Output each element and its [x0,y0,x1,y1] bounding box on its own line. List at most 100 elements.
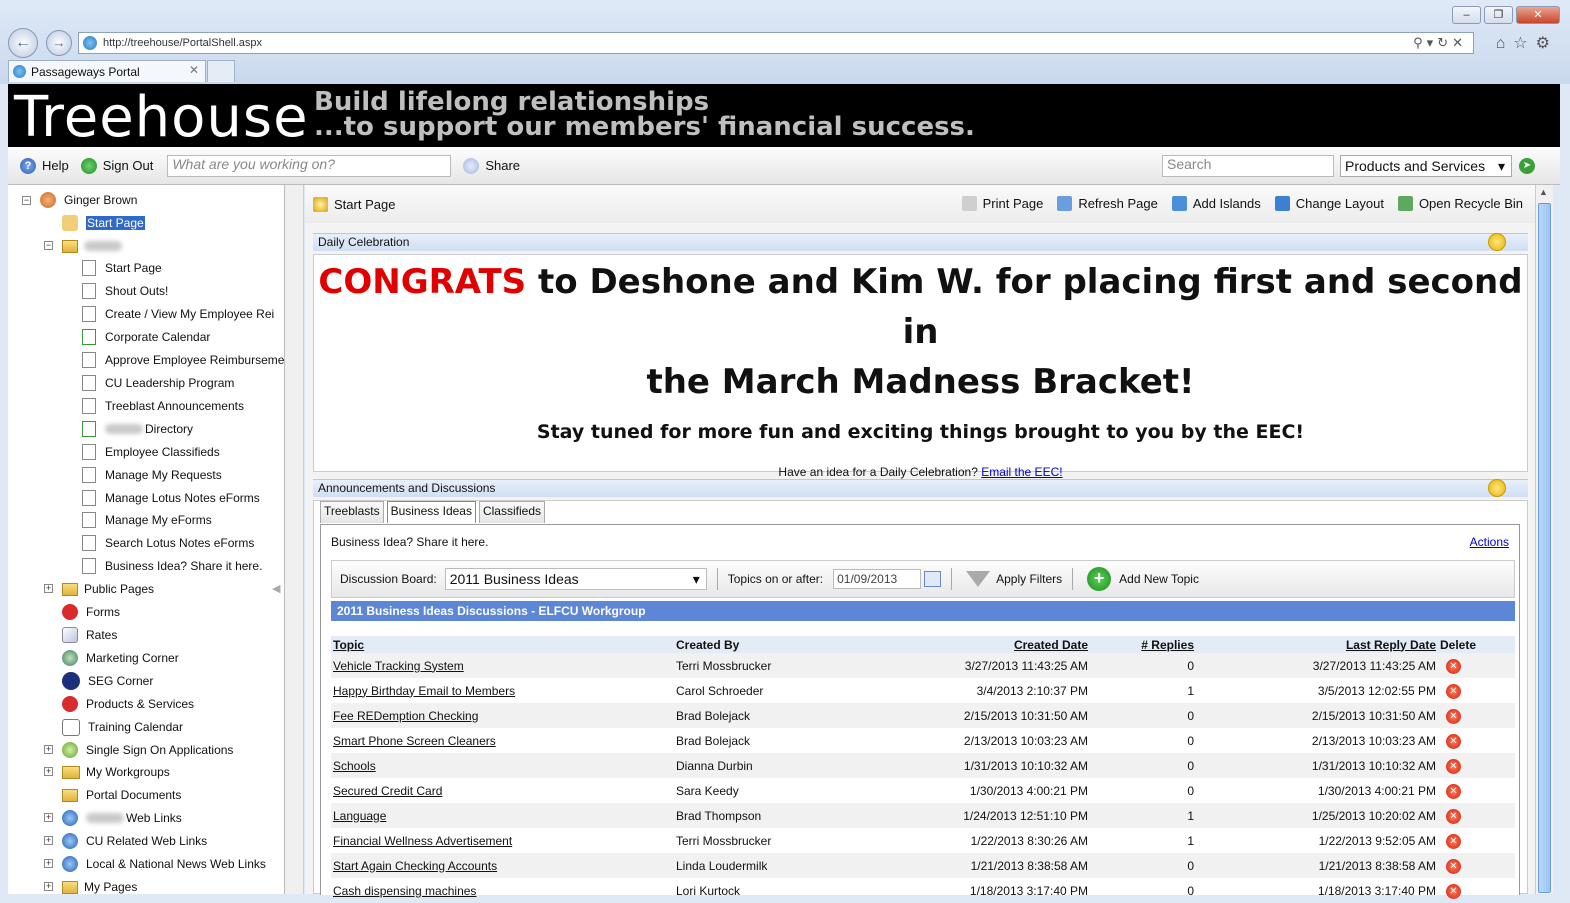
actions-link[interactable]: Actions [1470,535,1509,549]
back-button[interactable]: ← [8,28,38,58]
collapse-sidebar-icon[interactable]: ◀ [272,582,280,595]
topic-link[interactable]: Secured Credit Card [333,784,442,798]
date-input[interactable]: 01/09/2013 [833,569,922,589]
island-options-icon[interactable] [1488,479,1506,497]
tree-item[interactable]: Products & Services [62,693,194,715]
delete-icon[interactable]: ✕ [1446,833,1461,849]
add-new-topic-button[interactable]: Add New Topic [1119,572,1199,586]
delete-icon[interactable]: ✕ [1446,808,1461,824]
topic-link[interactable]: Language [333,809,386,823]
tree-item[interactable]: Search Lotus Notes eForms [82,532,254,554]
topic-link[interactable]: Fee REDemption Checking [333,709,478,723]
tree-item[interactable]: Training Calendar [62,716,183,738]
calendar-icon[interactable] [924,571,942,587]
print-page-button[interactable]: Print Page [961,196,1043,211]
minimize-button[interactable]: – [1452,6,1481,24]
topic-link[interactable]: Financial Wellness Advertisement [333,834,512,848]
delete-icon[interactable]: ✕ [1446,783,1461,799]
tree-item[interactable]: Forms [62,601,120,623]
topic-link[interactable]: Happy Birthday Email to Members [333,684,515,698]
tree-item[interactable]: Rates [62,624,117,646]
maximize-button[interactable]: ❐ [1484,6,1513,24]
expand-icon[interactable]: + [44,859,53,868]
expand-icon[interactable]: + [44,813,53,822]
close-tab-icon[interactable]: ✕ [189,63,199,77]
help-button[interactable]: ? Help [20,157,69,174]
topic-link[interactable]: Start Again Checking Accounts [333,859,497,873]
start-page-button[interactable]: Start Page [313,196,395,212]
tree-user[interactable]: Ginger Brown [40,189,137,211]
expand-icon[interactable]: + [44,836,53,845]
address-bar-icons[interactable]: ⚲▾↻✕ [1413,35,1467,51]
sign-out-button[interactable]: Sign Out [80,157,153,174]
forward-button[interactable]: → [46,30,72,56]
add-topic-icon[interactable]: + [1087,567,1112,591]
tree-item[interactable]: SEG Corner [62,670,153,692]
tree-public-pages[interactable]: Public Pages [62,578,154,600]
tree-item[interactable]: Start Page [82,257,162,279]
tree-item[interactable]: Manage My Requests [82,464,222,486]
delete-icon[interactable]: ✕ [1446,708,1461,724]
tree-item[interactable]: Marketing Corner [62,647,179,669]
tab-classifieds[interactable]: Classifieds [478,501,545,523]
column-created-date[interactable]: Created Date [874,636,1090,653]
column-topic[interactable]: Topic [331,636,674,653]
island-options-icon[interactable] [1488,233,1506,251]
topic-link[interactable]: Schools [333,759,376,773]
tree-news-links[interactable]: Local & National News Web Links [62,853,266,875]
go-button[interactable]: ➤ [1519,158,1535,174]
tree-item[interactable]: Business Idea? Share it here. [82,555,262,577]
share-button[interactable]: Share [463,157,520,174]
new-tab-button[interactable] [207,60,235,82]
topic-link[interactable]: Smart Phone Screen Cleaners [333,734,496,748]
browser-tab[interactable]: Passageways Portal ✕ [8,60,206,82]
discussion-board-select[interactable]: 2011 Business Ideas ▾ [444,568,707,590]
delete-icon[interactable]: ✕ [1446,658,1461,674]
delete-icon[interactable]: ✕ [1446,683,1461,699]
tree-item[interactable]: Shout Outs! [82,280,168,302]
sidebar-scrollbar[interactable] [285,185,304,894]
apply-filters-button[interactable]: Apply Filters [996,572,1062,586]
topic-link[interactable]: Cash dispensing machines [333,884,476,898]
tree-item[interactable]: CU Leadership Program [82,372,234,394]
delete-icon[interactable]: ✕ [1446,733,1461,749]
tree-item[interactable]: Employee Classifieds [82,441,220,463]
tab-treeblasts[interactable]: Treeblasts [320,501,384,523]
tree-item[interactable]: Manage Lotus Notes eForms [82,487,260,509]
tree-my-workgroups[interactable]: My Workgroups [62,761,170,783]
delete-icon[interactable]: ✕ [1446,758,1461,774]
delete-icon[interactable]: ✕ [1446,858,1461,874]
browser-toolbar-icons[interactable]: ⌂☆⚙ [1496,33,1558,53]
products-select[interactable]: Products and Services ▾ [1340,155,1512,177]
column-last-reply[interactable]: Last Reply Date [1196,636,1438,653]
tree-workgroup[interactable] [62,235,124,257]
recycle-bin-button[interactable]: Open Recycle Bin [1397,196,1523,211]
tree-item[interactable]: Directory [82,418,193,440]
add-islands-button[interactable]: Add Islands [1171,196,1261,211]
tree-web-links[interactable]: Web Links [62,807,182,829]
delete-icon[interactable]: ✕ [1446,883,1461,899]
tree-item[interactable]: Treeblast Announcements [82,395,244,417]
expand-icon[interactable]: + [44,745,53,754]
tree-item[interactable]: Corporate Calendar [82,326,210,348]
tab-business-ideas[interactable]: Business Ideas [386,501,476,523]
main-scrollbar[interactable]: ▲ [1535,185,1553,894]
tree-portal-documents[interactable]: Portal Documents [62,784,181,806]
expand-icon[interactable]: + [44,767,53,776]
close-window-button[interactable]: ✕ [1516,6,1560,24]
tree-cu-web-links[interactable]: CU Related Web Links [62,830,207,852]
topic-link[interactable]: Vehicle Tracking System [333,659,464,673]
tree-item[interactable]: Approve Employee Reimburseme [82,349,284,371]
address-bar[interactable]: http://treehouse/PortalShell.aspx ⚲▾↻✕ [78,32,1474,54]
tree-start-page[interactable]: Start Page [62,212,145,234]
collapse-icon[interactable]: − [22,196,31,205]
tree-item[interactable]: Manage My eForms [82,509,212,531]
what-working-on-input[interactable]: What are you working on? [167,154,452,177]
expand-icon[interactable]: + [44,882,53,891]
tree-item[interactable]: Create / View My Employee Rei [82,303,274,325]
email-eec-link[interactable]: Email the EEC! [981,465,1062,479]
tree-my-pages[interactable]: My Pages [62,876,137,894]
refresh-page-button[interactable]: Refresh Page [1057,196,1158,211]
expand-icon[interactable]: + [44,584,53,593]
scroll-up-icon[interactable]: ▲ [1539,187,1548,197]
